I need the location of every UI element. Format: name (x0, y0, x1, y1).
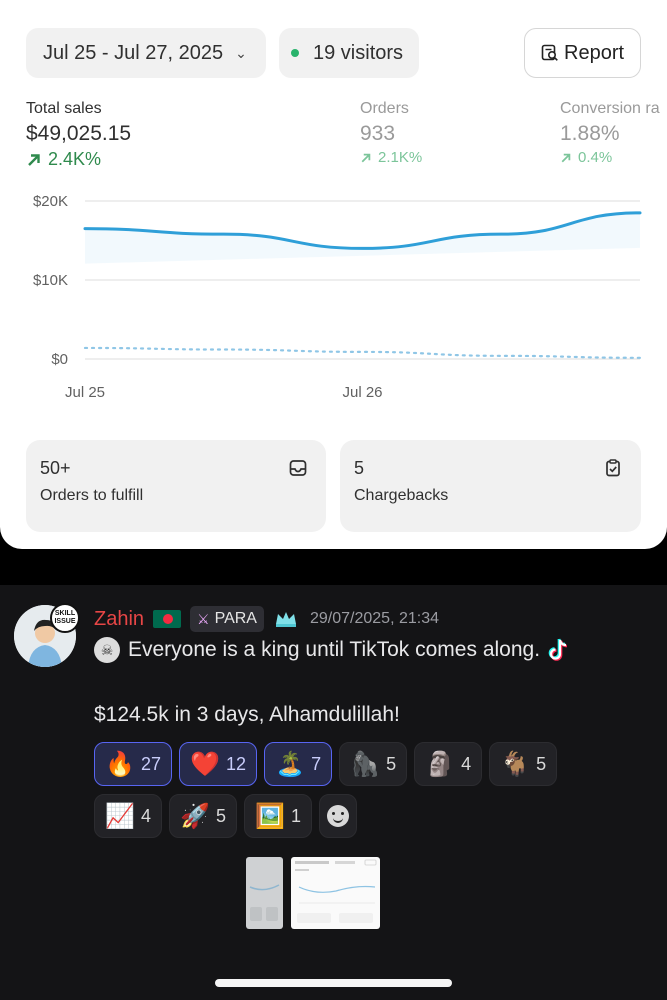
metric-orders[interactable]: Orders 933 2.1K% (360, 100, 422, 166)
message-line-1: ☠ Everyone is a king until TikTok comes … (94, 637, 570, 663)
reaction-emoji-icon: ❤️ (190, 750, 220, 778)
metric-change: 2.1K% (360, 149, 422, 166)
current-period-area (85, 212, 640, 264)
reaction-count: 4 (141, 805, 152, 826)
home-indicator[interactable] (215, 979, 452, 987)
reaction-emoji-icon: 🐐 (500, 750, 530, 778)
live-visitors-pill[interactable]: 19 visitors (279, 28, 419, 78)
clipboard-check-icon (606, 459, 620, 477)
metric-value: 1.88% (560, 122, 620, 145)
inbox-icon (289, 460, 307, 476)
reaction-emoji-icon: 🚀 (180, 802, 210, 830)
stat-label: Chargebacks (354, 487, 449, 504)
bangladesh-flag-icon (153, 610, 182, 628)
message-line-2: $124.5k in 3 days, Alhamdulillah! (94, 703, 400, 727)
reaction-button[interactable]: 🔥 27 (94, 742, 173, 786)
metric-value: 933 (360, 122, 396, 145)
message-header: Zahin ⚔ PARA 29/07/2025, 21:34 (94, 605, 439, 633)
reaction-count: 5 (216, 805, 227, 826)
reaction-button[interactable]: 📈 4 (94, 794, 163, 838)
stat-label: Orders to fulfill (40, 487, 144, 504)
reaction-button[interactable]: 🗿 4 (414, 742, 483, 786)
attachment-thumbnails (246, 857, 380, 929)
message-text-1: Everyone is a king until TikTok comes al… (128, 638, 541, 661)
reaction-emoji-icon: 🔥 (105, 750, 135, 778)
reaction-count: 5 (386, 753, 397, 774)
sword-icon: ⚔ (197, 610, 210, 627)
reaction-button[interactable]: ❤️ 12 (179, 742, 258, 786)
date-range-label: Jul 25 - Jul 27, 2025 (43, 41, 224, 64)
y-tick-label: $0 (51, 351, 68, 368)
report-label: Report (564, 41, 625, 64)
metric-change: 2.4K% (26, 149, 131, 170)
reaction-emoji-icon: 🏝️ (275, 750, 305, 778)
y-tick-label: $20K (33, 193, 68, 210)
guild-tag[interactable]: ⚔ PARA (190, 606, 264, 632)
metric-change-value: 0.4% (578, 149, 613, 166)
username[interactable]: Zahin (94, 608, 144, 631)
reaction-button[interactable]: 🐐 5 (489, 742, 558, 786)
thumbnail-preview-1 (249, 884, 280, 921)
chevron-down-icon: ⌄ (235, 44, 247, 61)
reaction-button[interactable]: 🖼️ 1 (244, 794, 313, 838)
message-text-2: $124.5k in 3 days, Alhamdulillah! (94, 703, 400, 726)
reaction-emoji-icon: 🖼️ (255, 802, 285, 830)
reaction-bar: 🔥 27 ❤️ 12 🏝️ 7 🦍 5 🗿 4 🐐 5 📈 4 🚀 5 🖼️ 1 (94, 742, 574, 838)
reaction-count: 4 (461, 753, 472, 774)
guild-tag-label: PARA (214, 610, 257, 627)
date-range-picker[interactable]: Jul 25 - Jul 27, 2025 ⌄ (26, 28, 266, 78)
reaction-count: 7 (311, 753, 322, 774)
stat-value: 5 (354, 458, 365, 478)
x-tick-label: Jul 25 (65, 384, 105, 401)
smiley-icon (327, 805, 350, 827)
visitors-label: 19 visitors (313, 41, 404, 64)
reaction-count: 1 (291, 805, 302, 826)
message-timestamp: 29/07/2025, 21:34 (309, 610, 439, 627)
metric-total-sales[interactable]: Total sales $49,025.15 2.4K% (26, 100, 131, 170)
metric-conversion-rate[interactable]: Conversion ra 1.88% 0.4% (560, 100, 660, 166)
reaction-emoji-icon: 📈 (105, 802, 135, 830)
crown-icon (275, 612, 296, 627)
metric-change-value: 2.1K% (378, 149, 423, 166)
y-tick-label: $10K (33, 272, 68, 289)
tiktok-logo-icon (548, 638, 568, 661)
report-search-icon (541, 44, 558, 61)
reaction-emoji-icon: 🦍 (350, 750, 380, 778)
metric-label: Orders (360, 100, 409, 117)
skill-badge-text: SKILL ISSUE (54, 610, 76, 625)
skill-issue-badge: SKILL ISSUE (50, 603, 80, 633)
metric-label: Total sales (26, 100, 102, 117)
arrow-up-right-icon (28, 153, 40, 166)
thumbnail-preview-2 (295, 859, 377, 923)
arrow-up-right-icon (561, 153, 571, 162)
reaction-button[interactable]: 🏝️ 7 (264, 742, 333, 786)
x-tick-label: Jul 26 (342, 384, 382, 401)
add-reaction-button[interactable] (319, 794, 358, 838)
attachment-thumbnail-1[interactable] (246, 857, 283, 929)
reaction-count: 5 (536, 753, 547, 774)
attachment-thumbnail-2[interactable] (291, 857, 380, 929)
sales-line-chart[interactable]: $20K $10K $0 Jul 25 Jul 26 (0, 185, 667, 405)
stat-value: 50+ (40, 458, 71, 478)
arrow-up-right-icon (361, 153, 371, 162)
reaction-button[interactable]: 🦍 5 (339, 742, 408, 786)
analytics-panel: Jul 25 - Jul 27, 2025 ⌄ 19 visitors Repo… (0, 0, 667, 549)
chat-message: SKILL ISSUE Zahin ⚔ PARA 29/07/2025, 21:… (0, 585, 667, 1000)
previous-period-line (83, 346, 642, 359)
live-dot-icon (291, 49, 299, 57)
reaction-button[interactable]: 🚀 5 (169, 794, 238, 838)
skull-emoji-icon: ☠ (94, 637, 120, 663)
orders-to-fulfill-card[interactable]: 50+ Orders to fulfill (26, 440, 326, 532)
reaction-emoji-icon: 🗿 (425, 750, 455, 778)
chargebacks-card[interactable]: 5 Chargebacks (340, 440, 641, 532)
metric-change: 0.4% (560, 149, 660, 166)
report-button[interactable]: Report (524, 28, 641, 78)
reaction-count: 27 (141, 753, 162, 774)
metric-label: Conversion ra (560, 100, 660, 117)
metric-value: $49,025.15 (26, 122, 132, 145)
metric-change-value: 2.4K% (48, 149, 102, 169)
reaction-count: 12 (226, 753, 247, 774)
